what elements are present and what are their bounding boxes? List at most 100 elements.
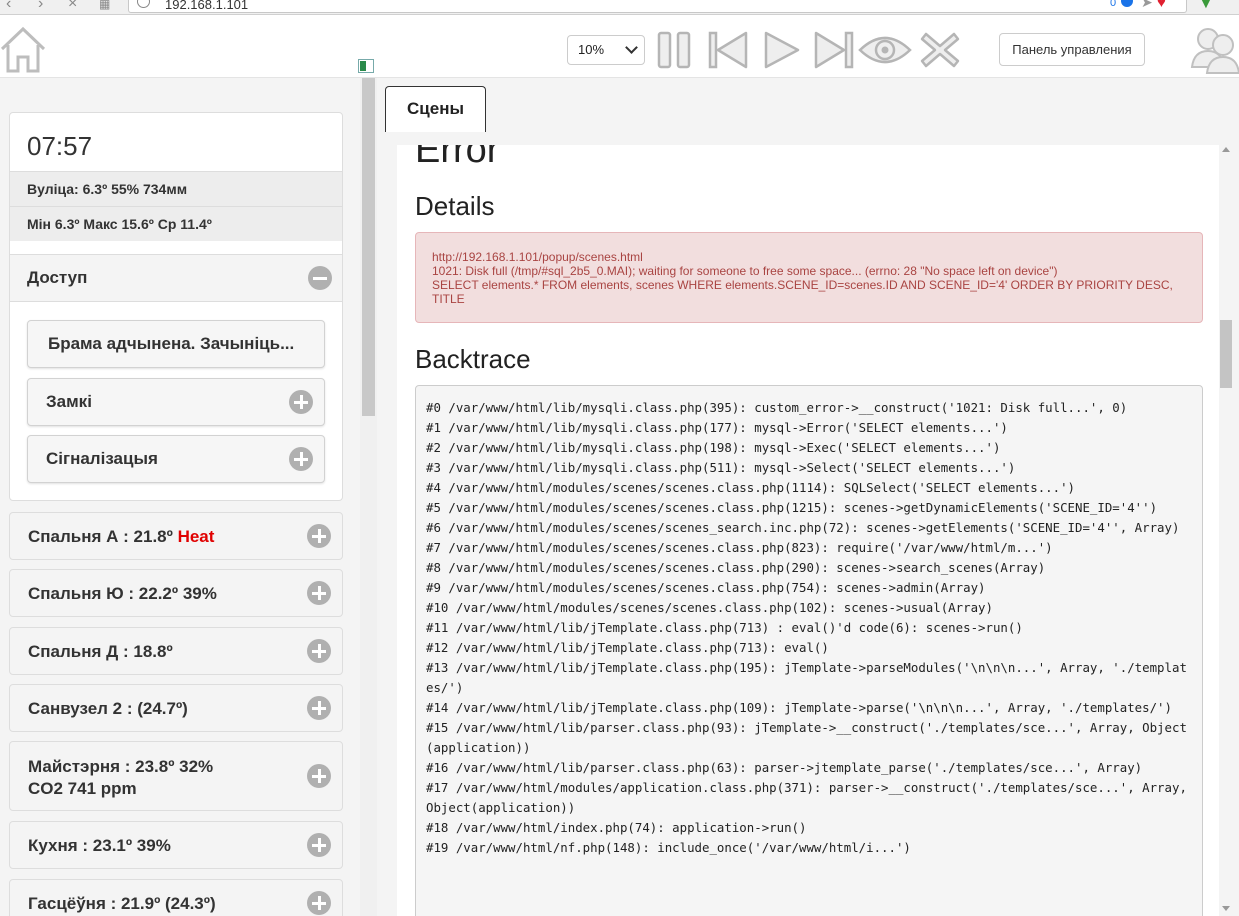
tab-bar: Сцены [377,78,1239,133]
room-label: Спальня А : 21.8º Heat [28,527,214,547]
gate-button-label: Брама адчынена. Зачыніць... [48,334,295,353]
backtrace-line: #19 /var/www/html/nf.php(148): include_o… [426,840,911,855]
panel-toggle-icon[interactable] [358,59,374,73]
content-scrollbar-thumb[interactable] [1220,320,1232,388]
clock-time: 07:57 [27,131,93,161]
backtrace-line: #8 /var/www/html/modules/scenes/scenes.c… [426,560,1046,575]
control-panel-button[interactable]: Панель управления [999,33,1145,66]
sidebar: 07:57 Вуліца: 6.3º 55% 734мм Мін 6.3º Ма… [0,78,360,916]
expand-icon[interactable] [289,390,313,414]
tabs-grid-icon[interactable]: ▦ [99,0,110,11]
expand-icon[interactable] [307,764,331,788]
details-heading: Details [415,191,495,221]
room-label-text: Майстэрня : 23.8º 32% [28,757,214,776]
room-label: Кухня : 23.1º 39% [28,836,171,855]
collapse-icon[interactable] [308,266,332,290]
backtrace-line: #11 /var/www/html/lib/jTemplate.class.ph… [426,620,1023,635]
extension-badge-count: 0 [1110,0,1117,9]
room-item[interactable]: Майстэрня : 23.8º 32% CO2 741 ppm [9,741,343,811]
room-item[interactable]: Санвузел 2 : (24.7º) [9,684,343,732]
locks-label: Замкі [46,392,92,411]
error-query: SELECT elements.* FROM elements, scenes … [432,278,1173,306]
room-item[interactable]: Кухня : 23.1º 39% [9,821,343,869]
scroll-up-arrow-icon[interactable] [1222,147,1230,152]
forward-icon[interactable]: › [38,0,43,13]
error-title: Error [415,145,500,171]
room-label: Спальня Ю : 22.2º 39% [28,584,217,603]
room-status-heat: Heat [177,527,215,546]
pause-icon[interactable] [654,30,698,70]
expand-icon[interactable] [307,581,331,605]
room-item[interactable]: Спальня А : 21.8º Heat [9,512,343,560]
backtrace-line: #7 /var/www/html/modules/scenes/scenes.c… [426,540,1053,555]
backtrace-line: #3 /var/www/html/lib/mysqli.class.php(51… [426,460,1016,475]
error-message: 1021: Disk full (/tmp/#sql_2b5_0.MAI); w… [432,264,1058,278]
backtrace-line: #16 /var/www/html/lib/parser.class.php(6… [426,760,1143,775]
backtrace-heading: Backtrace [415,344,531,374]
expand-icon[interactable] [307,639,331,663]
expand-icon[interactable] [307,696,331,720]
app-toolbar: 10% Панель управления [0,15,1239,78]
backtrace-line: #10 /var/www/html/modules/scenes/scenes.… [426,600,993,615]
error-url: http://192.168.1.101/popup/scenes.html [432,250,643,264]
error-page: Error Details http://192.168.1.101/popup… [397,145,1219,916]
close-icon[interactable] [918,30,962,70]
globe-icon [137,0,150,8]
room-item[interactable]: Спальня Ю : 22.2º 39% [9,569,343,617]
tab-scenes[interactable]: Сцены [385,86,486,132]
backtrace-line: #5 /var/www/html/modules/scenes/scenes.c… [426,500,1158,515]
expand-icon[interactable] [307,524,331,548]
backtrace-line: #18 /var/www/html/index.php(74): applica… [426,820,807,835]
access-header[interactable]: Доступ [10,254,342,302]
backtrace-line: #14 /var/www/html/lib/jTemplate.class.ph… [426,700,1172,715]
play-icon[interactable] [760,30,804,70]
backtrace-line: #2 /var/www/html/lib/mysqli.class.php(19… [426,440,1001,455]
room-label: Майстэрня : 23.8º 32% CO2 741 ppm [28,756,213,800]
expand-icon[interactable] [289,447,313,471]
address-text: 192.168.1.101 [165,0,249,12]
room-label: Гасцёўня : 21.9º (24.3º) [28,894,216,913]
stop-icon[interactable]: × [68,0,77,13]
room-label: Санвузел 2 : (24.7º) [28,699,188,718]
backtrace-line: #6 /var/www/html/modules/scenes/scenes_s… [426,520,1180,535]
access-title: Доступ [27,268,88,287]
locks-item[interactable]: Замкі [27,378,325,426]
alarm-item[interactable]: Сігналізацыя [27,435,325,483]
download-icon[interactable]: ▼ [1199,0,1213,11]
send-icon[interactable]: ➤ [1141,0,1153,11]
sidebar-scrollbar-thumb[interactable] [362,78,375,416]
room-label: Спальня Д : 18.8º [28,642,173,661]
browser-toolbar: ‹ › × ▦ 192.168.1.101 0 ➤ ♥ ▼ [0,0,1239,15]
address-bar[interactable]: 192.168.1.101 [128,0,1187,13]
weather-street: Вуліца: 6.3º 55% 734мм [10,171,342,206]
backtrace-line: #15 /var/www/html/lib/parser.class.php(9… [426,720,1187,755]
backtrace-line: #9 /var/www/html/modules/scenes/scenes.c… [426,580,986,595]
skip-forward-icon[interactable] [812,30,856,70]
room-item[interactable]: Гасцёўня : 21.9º (24.3º) [9,879,343,916]
content-scrollbar[interactable] [1219,145,1233,916]
home-icon[interactable] [0,25,46,73]
weather-stats: Мін 6.3º Макс 15.6º Ср 11.4º [10,206,342,241]
room-label-text: Спальня А : 21.8º [28,527,178,546]
room-co2: CO2 741 ppm [28,779,137,798]
backtrace-line: #17 /var/www/html/modules/application.cl… [426,780,1195,815]
speed-select[interactable]: 10% [567,35,645,65]
expand-icon[interactable] [307,833,331,857]
expand-icon[interactable] [307,891,331,915]
room-item[interactable]: Спальня Д : 18.8º [9,627,343,675]
chevron-down-icon [625,41,638,54]
speed-select-value: 10% [578,42,605,57]
clock-card: 07:57 Вуліца: 6.3º 55% 734мм Мін 6.3º Ма… [9,112,343,501]
error-alert: http://192.168.1.101/popup/scenes.html 1… [415,232,1203,323]
eye-icon[interactable] [858,30,912,70]
back-icon[interactable]: ‹ [6,0,11,13]
backtrace-block: #0 /var/www/html/lib/mysqli.class.php(39… [415,385,1203,916]
skip-back-icon[interactable] [706,30,750,70]
backtrace-line: #1 /var/www/html/lib/mysqli.class.php(17… [426,420,1008,435]
heart-icon[interactable]: ♥ [1157,0,1166,11]
backtrace-line: #4 /var/www/html/modules/scenes/scenes.c… [426,480,1076,495]
backtrace-line: #13 /var/www/html/lib/jTemplate.class.ph… [426,660,1187,695]
scroll-down-arrow-icon[interactable] [1222,906,1230,911]
users-icon[interactable] [1190,23,1239,75]
gate-button[interactable]: Брама адчынена. Зачыніць... [27,320,325,368]
